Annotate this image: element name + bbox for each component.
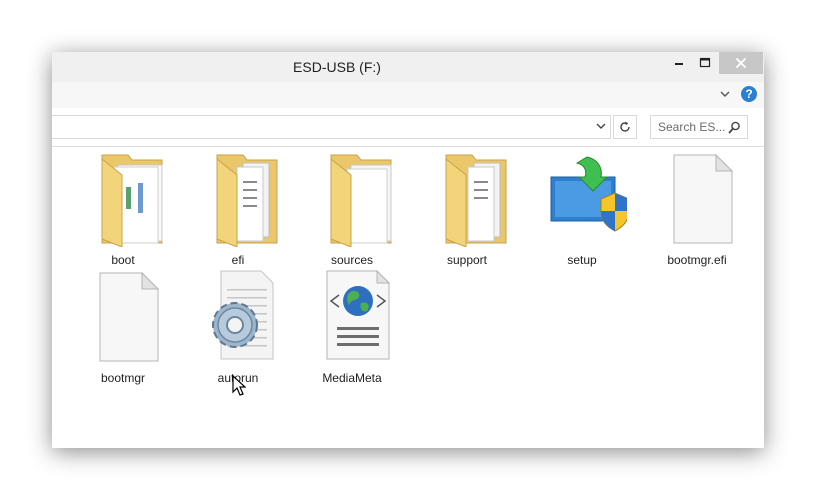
file-label: support [446,253,488,267]
help-icon[interactable]: ? [741,86,757,102]
search-input[interactable]: Search ES... [650,115,748,139]
file-item-autorun[interactable]: autorun [183,265,293,385]
address-input[interactable] [52,115,611,139]
file-item-bootmgr-efi[interactable]: bootmgr.efi [642,147,752,267]
mouse-cursor-icon [232,375,246,396]
blank-file-icon [99,271,160,362]
file-list: boot efi sources support setup bootmgr.e… [52,147,764,448]
address-bar: Search ES... [52,108,764,147]
file-label: bootmgr [100,371,146,385]
minimize-icon [675,63,683,65]
file-item-boot[interactable]: boot [68,147,178,267]
file-label: bootmgr.efi [667,253,727,267]
explorer-window: ESD-USB (F:) ? Search ES... boot efi sou… [52,52,764,448]
file-item-support[interactable]: support [412,147,522,267]
window-title: ESD-USB (F:) [293,59,381,75]
file-item-setup[interactable]: setup [527,147,637,267]
folder-icon [330,154,392,247]
setup-shield-icon [550,156,627,232]
refresh-icon [620,121,630,132]
folder-icon [445,154,507,247]
maximize-button[interactable] [692,52,718,74]
folder-icon [101,154,163,247]
file-item-bootmgr[interactable]: bootmgr [68,265,178,385]
ribbon-bar: ? [52,82,764,109]
file-item-sources[interactable]: sources [297,147,407,267]
minimize-button[interactable] [666,52,692,74]
folder-icon [216,154,278,247]
chevron-down-icon[interactable] [719,89,731,99]
chevron-down-icon[interactable] [595,116,607,136]
search-icon [728,121,740,134]
file-item-efi[interactable]: efi [183,147,293,267]
file-item-mediameta[interactable]: MediaMeta [297,265,407,385]
close-button[interactable] [719,52,763,74]
xml-globe-file-icon [326,269,391,360]
file-label: MediaMeta [322,371,382,385]
settings-gear-file-icon [212,270,274,360]
maximize-icon [699,57,711,68]
blank-file-icon [673,153,734,244]
refresh-button[interactable] [613,115,637,139]
close-icon [736,58,746,68]
title-bar[interactable]: ESD-USB (F:) [52,52,764,82]
search-placeholder: Search ES... [658,120,726,134]
file-label: setup [567,253,597,267]
